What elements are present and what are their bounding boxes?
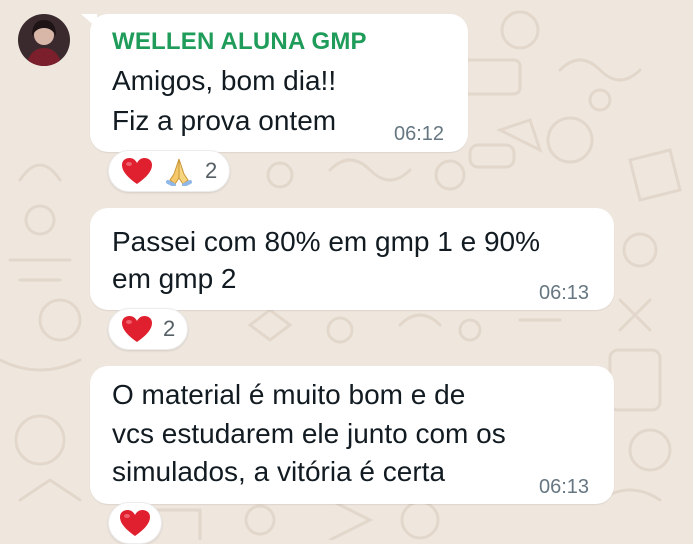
folded-hands-icon <box>163 156 195 186</box>
message-timestamp: 06:13 <box>539 282 590 304</box>
message-text-line: em gmp 2 <box>112 263 237 294</box>
red-heart-icon <box>119 508 151 538</box>
message-timestamp: 06:13 <box>539 476 590 498</box>
reaction-count: 2 <box>163 316 176 341</box>
reaction-pill[interactable]: 2 <box>108 308 189 350</box>
message-text-line: Amigos, bom dia!! <box>112 65 337 96</box>
red-heart-icon <box>121 314 153 344</box>
reaction-count: 2 <box>205 158 218 183</box>
message-text-line: Fiz a prova ontem <box>112 105 337 136</box>
red-heart-icon <box>121 156 153 186</box>
reaction-pill[interactable] <box>108 502 162 544</box>
sender-name[interactable]: WELLEN ALUNA GMP <box>112 28 367 56</box>
avatar[interactable] <box>18 14 70 66</box>
message-text-line: simulados, a vitória é certa <box>112 456 446 487</box>
profile-photo-icon <box>18 14 70 66</box>
bubble-tail <box>81 14 97 28</box>
reaction-pill[interactable]: 2 <box>108 150 231 192</box>
message-text-line: vcs estudarem ele junto com os <box>112 418 506 449</box>
message-timestamp: 06:12 <box>394 123 445 145</box>
message-text-line: O material é muito bom e de <box>112 379 466 410</box>
message-text-line: Passei com 80% em gmp 1 e 90% <box>112 226 540 257</box>
